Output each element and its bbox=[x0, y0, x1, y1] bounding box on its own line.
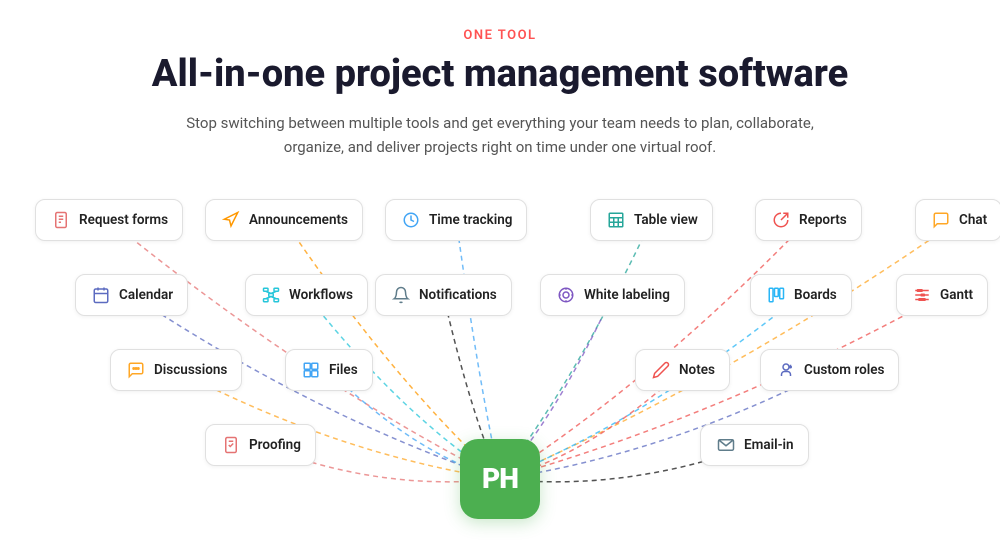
email-in-icon bbox=[715, 434, 737, 456]
email-in-label: Email-in bbox=[744, 437, 794, 453]
white-labeling-label: White labeling bbox=[584, 287, 670, 303]
boards-label: Boards bbox=[794, 287, 837, 303]
subtitle: Stop switching between multiple tools an… bbox=[160, 111, 840, 159]
announcements-icon bbox=[220, 209, 242, 231]
feature-chip-announcements[interactable]: Announcements bbox=[205, 199, 363, 241]
feature-chip-workflows[interactable]: Workflows bbox=[245, 274, 368, 316]
feature-chip-files[interactable]: Files bbox=[285, 349, 373, 391]
chat-label: Chat bbox=[959, 212, 987, 228]
notes-icon bbox=[650, 359, 672, 381]
feature-chip-notes[interactable]: Notes bbox=[635, 349, 730, 391]
table-view-label: Table view bbox=[634, 212, 698, 228]
page: ONE TOOL All-in-one project management s… bbox=[0, 0, 1000, 555]
feature-chip-proofing[interactable]: Proofing bbox=[205, 424, 316, 466]
workflows-icon bbox=[260, 284, 282, 306]
custom-roles-label: Custom roles bbox=[804, 362, 884, 378]
gantt-icon bbox=[911, 284, 933, 306]
proofing-icon bbox=[220, 434, 242, 456]
notifications-label: Notifications bbox=[419, 287, 497, 303]
main-title: All-in-one project management software bbox=[152, 53, 848, 97]
chat-icon bbox=[930, 209, 952, 231]
feature-chip-time-tracking[interactable]: Time tracking bbox=[385, 199, 527, 241]
table-view-icon bbox=[605, 209, 627, 231]
feature-chip-gantt[interactable]: Gantt bbox=[896, 274, 988, 316]
reports-icon bbox=[770, 209, 792, 231]
files-label: Files bbox=[329, 362, 358, 378]
announcements-label: Announcements bbox=[249, 212, 348, 228]
request-forms-label: Request forms bbox=[79, 212, 168, 228]
discussions-label: Discussions bbox=[154, 362, 227, 378]
proofing-label: Proofing bbox=[249, 437, 301, 453]
feature-chip-boards[interactable]: Boards bbox=[750, 274, 852, 316]
notifications-icon bbox=[390, 284, 412, 306]
white-labeling-icon bbox=[555, 284, 577, 306]
time-tracking-icon bbox=[400, 209, 422, 231]
time-tracking-label: Time tracking bbox=[429, 212, 512, 228]
features-area: Request forms Announcements Time tracking T… bbox=[20, 189, 980, 529]
feature-chip-white-labeling[interactable]: White labeling bbox=[540, 274, 685, 316]
center-logo: PH bbox=[460, 439, 540, 519]
feature-chip-chat[interactable]: Chat bbox=[915, 199, 1000, 241]
discussions-icon bbox=[125, 359, 147, 381]
feature-chip-custom-roles[interactable]: Custom roles bbox=[760, 349, 899, 391]
calendar-icon bbox=[90, 284, 112, 306]
boards-icon bbox=[765, 284, 787, 306]
workflows-label: Workflows bbox=[289, 287, 353, 303]
badge: ONE TOOL bbox=[463, 28, 536, 43]
gantt-label: Gantt bbox=[940, 287, 973, 303]
calendar-label: Calendar bbox=[119, 287, 173, 303]
feature-chip-reports[interactable]: Reports bbox=[755, 199, 862, 241]
feature-chip-email-in[interactable]: Email-in bbox=[700, 424, 809, 466]
notes-label: Notes bbox=[679, 362, 715, 378]
custom-roles-icon bbox=[775, 359, 797, 381]
feature-chip-calendar[interactable]: Calendar bbox=[75, 274, 188, 316]
feature-chip-discussions[interactable]: Discussions bbox=[110, 349, 242, 391]
files-icon bbox=[300, 359, 322, 381]
request-forms-icon bbox=[50, 209, 72, 231]
feature-chip-table-view[interactable]: Table view bbox=[590, 199, 713, 241]
feature-chip-request-forms[interactable]: Request forms bbox=[35, 199, 183, 241]
feature-chip-notifications[interactable]: Notifications bbox=[375, 274, 512, 316]
reports-label: Reports bbox=[799, 212, 847, 228]
